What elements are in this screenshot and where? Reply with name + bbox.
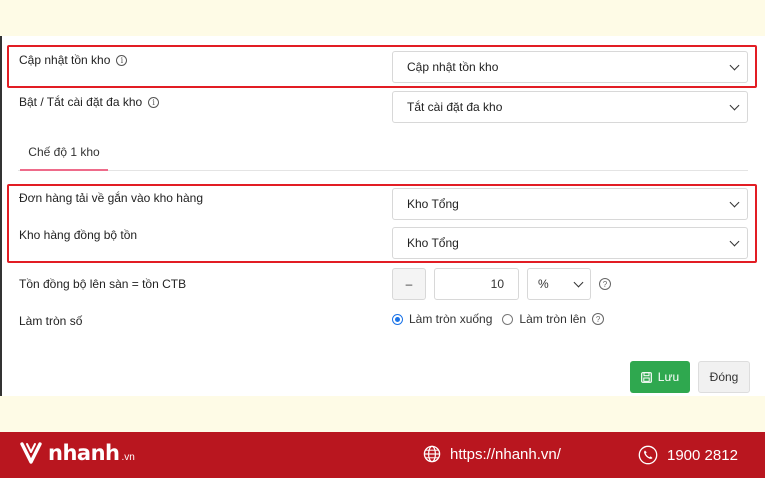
- multi-warehouse-label: Bật / Tắt cài đặt đa kho i: [19, 95, 160, 109]
- tab-divider: [18, 170, 748, 171]
- round-up-label[interactable]: Làm tròn lên: [519, 312, 586, 326]
- website-link[interactable]: https://nhanh.vn/: [423, 445, 561, 463]
- sync-warehouse-label-text: Kho hàng đồng bộ tồn: [19, 228, 138, 242]
- sync-warehouse-select[interactable]: Kho Tổng: [392, 227, 748, 259]
- close-button[interactable]: Đóng: [698, 361, 750, 393]
- brand-suffix: .vn: [121, 452, 135, 463]
- website-text: https://nhanh.vn/: [450, 445, 561, 463]
- rounding-label: Làm tròn số: [19, 314, 82, 328]
- footer-bar: nhanh .vn https://nhanh.vn/ 1900 2812: [0, 432, 765, 478]
- order-warehouse-select[interactable]: Kho Tổng: [392, 188, 748, 220]
- stock-sync-unit-value: %: [538, 277, 549, 291]
- order-warehouse-label-text: Đơn hàng tải về gắn vào kho hàng: [19, 191, 204, 205]
- rounding-label-text: Làm tròn số: [19, 314, 83, 328]
- radio-round-down[interactable]: [392, 313, 403, 325]
- minus-icon: –: [405, 277, 413, 291]
- stock-sync-label: Tồn đồng bộ lên sàn = tồn CTB: [19, 277, 186, 291]
- help-icon[interactable]: ?: [592, 313, 605, 325]
- multi-warehouse-select[interactable]: Tắt cài đặt đa kho: [392, 91, 748, 123]
- sync-warehouse-value: Kho Tổng: [407, 236, 459, 250]
- chevron-down-icon: [729, 197, 740, 207]
- stock-sync-amount-input[interactable]: 10: [434, 268, 519, 300]
- stock-sync-minus-button[interactable]: –: [392, 268, 426, 300]
- chevron-down-icon: [573, 277, 584, 287]
- round-down-label[interactable]: Làm tròn xuống: [409, 312, 492, 326]
- nhanh-logo: nhanh .vn: [18, 441, 135, 465]
- order-warehouse-label: Đơn hàng tải về gắn vào kho hàng: [19, 191, 203, 205]
- stock-sync-amount-value: 10: [490, 277, 504, 291]
- multi-warehouse-value: Tắt cài đặt đa kho: [407, 100, 503, 114]
- phone-contact[interactable]: 1900 2812: [638, 445, 738, 465]
- phone-icon: [638, 445, 658, 465]
- info-icon[interactable]: i: [116, 54, 128, 66]
- bottom-band: [0, 396, 765, 432]
- save-button[interactable]: Lưu: [630, 361, 690, 393]
- save-button-label: Lưu: [657, 370, 680, 384]
- chevron-down-icon: [729, 60, 740, 70]
- update-stock-label: Cập nhật tồn kho i: [19, 53, 128, 67]
- chevron-down-icon: [729, 100, 740, 110]
- update-stock-label-text: Cập nhật tồn kho: [19, 53, 111, 67]
- stock-sync-label-text: Tồn đồng bộ lên sàn = tồn CTB: [19, 277, 187, 291]
- radio-round-up[interactable]: [502, 313, 514, 325]
- update-stock-select[interactable]: Cập nhật tồn kho: [392, 51, 748, 83]
- tab-single-warehouse[interactable]: Chế độ 1 kho: [20, 142, 108, 171]
- update-stock-value: Cập nhật tồn kho: [407, 60, 499, 74]
- chevron-down-icon: [729, 236, 740, 246]
- top-band: [0, 0, 765, 36]
- nhanh-logo-icon: [20, 442, 42, 464]
- globe-icon: [423, 445, 441, 463]
- close-button-label: Đóng: [709, 370, 739, 384]
- help-icon[interactable]: ?: [599, 278, 611, 290]
- multi-warehouse-label-text: Bật / Tắt cài đặt đa kho: [19, 95, 143, 109]
- phone-text: 1900 2812: [667, 446, 738, 464]
- info-icon[interactable]: i: [148, 96, 160, 108]
- stock-sync-unit-select[interactable]: %: [527, 268, 591, 300]
- brand-name: nhanh: [48, 441, 120, 465]
- save-icon: [640, 371, 652, 383]
- sync-warehouse-label: Kho hàng đồng bộ tồn: [19, 228, 137, 242]
- rounding-options: Làm tròn xuống Làm tròn lên ?: [392, 312, 605, 326]
- order-warehouse-value: Kho Tổng: [407, 197, 459, 211]
